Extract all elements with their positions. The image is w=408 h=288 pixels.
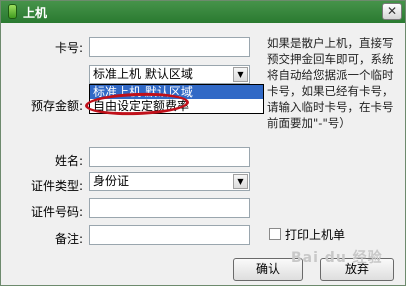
mode-select-value: 标准上机 默认区域 [93, 67, 193, 81]
note-label: 备注: [54, 232, 83, 246]
close-button[interactable]: ✕ [382, 3, 402, 20]
chevron-down-icon[interactable]: ▼ [233, 174, 248, 189]
mode-select[interactable]: 标准上机 默认区域 ▼ [89, 65, 250, 84]
print-checkbox[interactable] [269, 228, 281, 240]
print-checkbox-label: 打印上机单 [285, 228, 346, 242]
id-no-label: 证件号码: [30, 205, 83, 219]
chevron-down-icon[interactable]: ▼ [233, 67, 248, 82]
card-no-label: 卡号: [54, 41, 83, 55]
app-icon [8, 4, 17, 19]
id-no-input[interactable] [89, 198, 250, 218]
dialog-window: 上机 ✕ 卡号: 标准上机 默认区域 ▼ 预存金额: 如果是散户上机，直接写预交… [0, 0, 406, 286]
watermark: Bai du 经验 [291, 250, 383, 266]
card-no-input[interactable] [89, 37, 250, 57]
id-type-label: 证件类型: [30, 179, 83, 193]
window-title: 上机 [23, 6, 48, 20]
id-type-value: 身份证 [93, 174, 130, 188]
name-label: 姓名: [54, 154, 83, 168]
note-input[interactable] [89, 225, 250, 245]
title-bar: 上机 ✕ [1, 1, 405, 23]
deposit-label: 预存金额: [30, 99, 83, 113]
id-type-select[interactable]: 身份证 ▼ [89, 172, 250, 191]
info-text: 如果是散户上机，直接写预交押金回车即可，系统将自动给您据派一个临时卡号，如果已经… [267, 36, 394, 130]
name-input[interactable] [89, 147, 250, 167]
